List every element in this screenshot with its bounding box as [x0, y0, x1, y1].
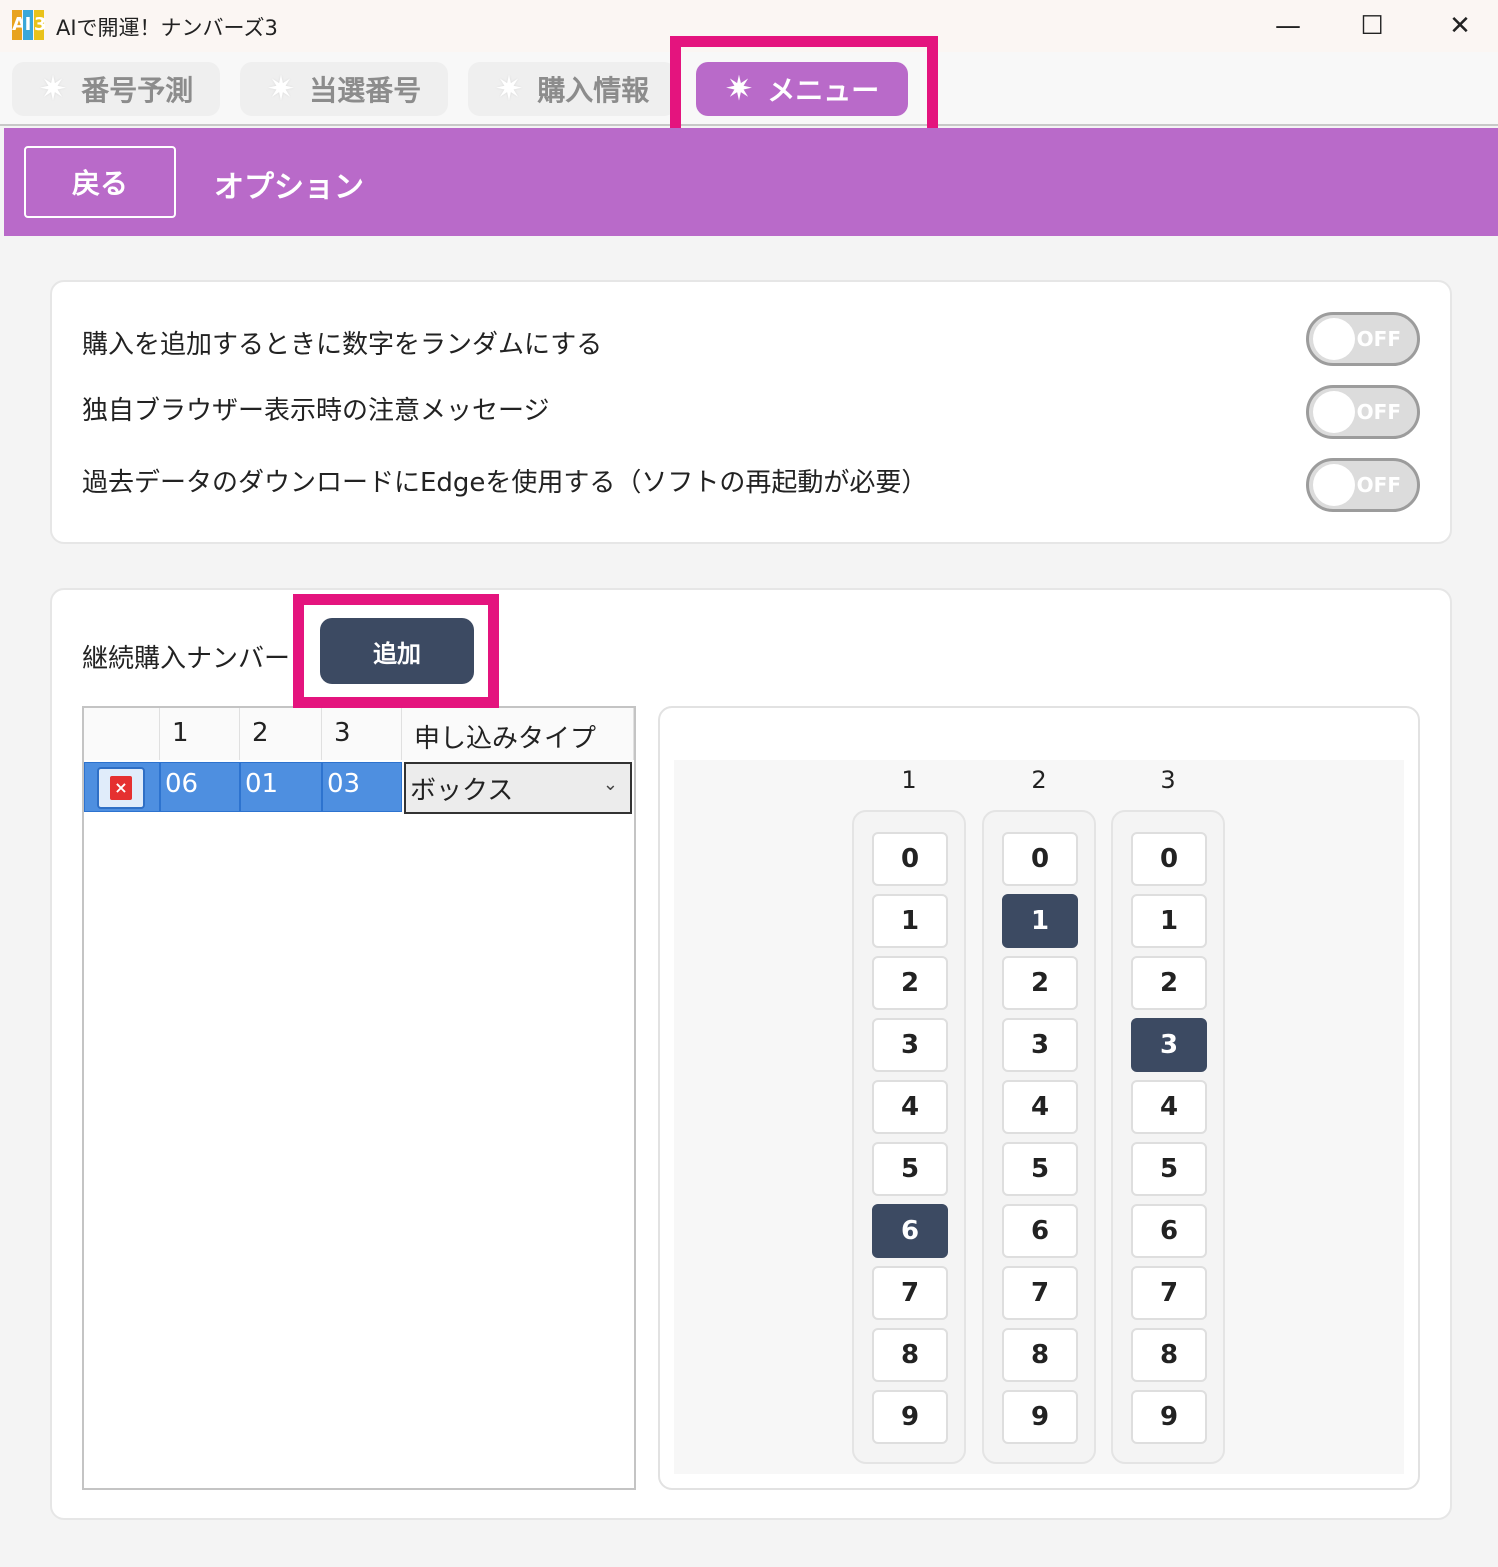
table-cell-n3[interactable]: 03 [322, 762, 402, 812]
digit-button[interactable]: 4 [872, 1080, 948, 1134]
close-button[interactable]: ✕ [1430, 4, 1490, 48]
digit-button[interactable]: 1 [1131, 894, 1207, 948]
picker-column-2: 0 1 2 3 4 5 6 7 8 9 [982, 810, 1096, 1464]
window-title: AIで開運！ナンバーズ3 [56, 16, 278, 40]
picker-column-header: 3 [1160, 766, 1176, 794]
digit-button[interactable]: 2 [1131, 956, 1207, 1010]
digit-button[interactable]: 7 [1131, 1266, 1207, 1320]
sparkle-icon: ✷ [724, 69, 754, 109]
digit-button[interactable]: 4 [1131, 1080, 1207, 1134]
picker-column-1: 0 1 2 3 4 5 6 7 8 9 [852, 810, 966, 1464]
minimize-button[interactable]: — [1258, 4, 1318, 48]
digit-button[interactable]: 8 [1002, 1328, 1078, 1382]
toggle-browser-warning[interactable]: OFF [1306, 385, 1420, 439]
continuous-purchase-card: 継続購入ナンバー 追加 1 2 3 申し込みタイプ × 06 01 03 ボック… [50, 588, 1452, 1520]
digit-button[interactable]: 0 [1131, 832, 1207, 886]
toggle-knob [1313, 464, 1355, 506]
page-title: オプション [214, 170, 364, 205]
trash-icon: × [110, 776, 132, 800]
grid-header-3: 3 [322, 708, 402, 760]
back-button[interactable]: 戻る [24, 146, 176, 218]
digit-button[interactable]: 3 [1131, 1018, 1207, 1072]
purchase-grid: 1 2 3 申し込みタイプ × 06 01 03 ボックス ⌄ [82, 706, 636, 1490]
digit-button[interactable]: 9 [1131, 1390, 1207, 1444]
toggle-state: OFF [1356, 327, 1401, 351]
toggle-knob [1313, 318, 1355, 360]
tab-purchase-info[interactable]: ✷ 購入情報 [468, 62, 676, 116]
digit-button[interactable]: 5 [1002, 1142, 1078, 1196]
tab-winning-numbers[interactable]: ✷ 当選番号 [240, 62, 448, 116]
tab-menu[interactable]: ✷ メニュー [696, 62, 908, 116]
sparkle-icon: ✷ [38, 69, 68, 109]
app-logo-icon: A I 3 [12, 10, 47, 40]
delete-row-button[interactable]: × [97, 767, 145, 809]
toggle-knob [1313, 391, 1355, 433]
picker-column-header: 2 [1031, 766, 1047, 794]
digit-button[interactable]: 5 [1131, 1142, 1207, 1196]
toggle-edge-download[interactable]: OFF [1306, 458, 1420, 512]
digit-button[interactable]: 2 [1002, 956, 1078, 1010]
select-value: ボックス [410, 776, 514, 806]
grid-header-1: 1 [160, 708, 240, 760]
digit-button[interactable]: 4 [1002, 1080, 1078, 1134]
digit-button[interactable]: 1 [1002, 894, 1078, 948]
toggle-state: OFF [1356, 473, 1401, 497]
tab-strip: ✷ 番号予測 ✷ 当選番号 ✷ 購入情報 ✷ メニュー [0, 52, 1498, 126]
sparkle-icon: ✷ [266, 69, 296, 109]
digit-button[interactable]: 3 [1002, 1018, 1078, 1072]
tab-prediction[interactable]: ✷ 番号予測 [12, 62, 220, 116]
settings-card: 購入を追加するときに数字をランダムにする OFF 独自ブラウザー表示時の注意メッ… [50, 280, 1452, 544]
title-bar: A I 3 AIで開運！ナンバーズ3 — ☐ ✕ [0, 0, 1498, 52]
setting-label-random: 購入を追加するときに数字をランダムにする [82, 330, 603, 360]
digit-button[interactable]: 6 [1002, 1204, 1078, 1258]
digit-button[interactable]: 6 [872, 1204, 948, 1258]
setting-label-browser-warning: 独自ブラウザー表示時の注意メッセージ [82, 396, 550, 426]
tab-label: 当選番号 [309, 74, 422, 107]
setting-label-edge-download: 過去データのダウンロードにEdgeを使用する（ソフトの再起動が必要） [82, 468, 928, 498]
tab-label: 番号予測 [81, 74, 194, 107]
table-row-delete-cell: × [84, 762, 160, 812]
chevron-down-icon: ⌄ [602, 774, 618, 795]
digit-button[interactable]: 8 [872, 1328, 948, 1382]
table-cell-n1[interactable]: 06 [160, 762, 240, 812]
grid-header-type: 申し込みタイプ [402, 708, 634, 760]
table-cell-n2[interactable]: 01 [240, 762, 322, 812]
grid-header-2: 2 [240, 708, 322, 760]
options-header: 戻る オプション [4, 128, 1498, 236]
maximize-button[interactable]: ☐ [1342, 4, 1402, 48]
toggle-state: OFF [1356, 400, 1401, 424]
continuous-purchase-label: 継続購入ナンバー [82, 644, 291, 674]
digit-button[interactable]: 2 [872, 956, 948, 1010]
picker-column-header: 1 [901, 766, 917, 794]
grid-header-blank [84, 708, 160, 760]
sparkle-icon: ✷ [494, 69, 524, 109]
digit-button[interactable]: 5 [872, 1142, 948, 1196]
digit-button[interactable]: 3 [872, 1018, 948, 1072]
tab-label: 購入情報 [537, 74, 650, 107]
number-picker: 101234567892012345678930123456789 [658, 706, 1420, 1490]
digit-button[interactable]: 9 [1002, 1390, 1078, 1444]
digit-button[interactable]: 7 [872, 1266, 948, 1320]
add-button[interactable]: 追加 [320, 618, 474, 684]
tab-label: メニュー [767, 74, 880, 107]
digit-button[interactable]: 7 [1002, 1266, 1078, 1320]
digit-button[interactable]: 9 [872, 1390, 948, 1444]
toggle-random-numbers[interactable]: OFF [1306, 312, 1420, 366]
picker-column-3: 0 1 2 3 4 5 6 7 8 9 [1111, 810, 1225, 1464]
digit-button[interactable]: 8 [1131, 1328, 1207, 1382]
application-type-select[interactable]: ボックス ⌄ [404, 762, 632, 814]
digit-button[interactable]: 1 [872, 894, 948, 948]
digit-button[interactable]: 0 [872, 832, 948, 886]
digit-button[interactable]: 0 [1002, 832, 1078, 886]
digit-button[interactable]: 6 [1131, 1204, 1207, 1258]
